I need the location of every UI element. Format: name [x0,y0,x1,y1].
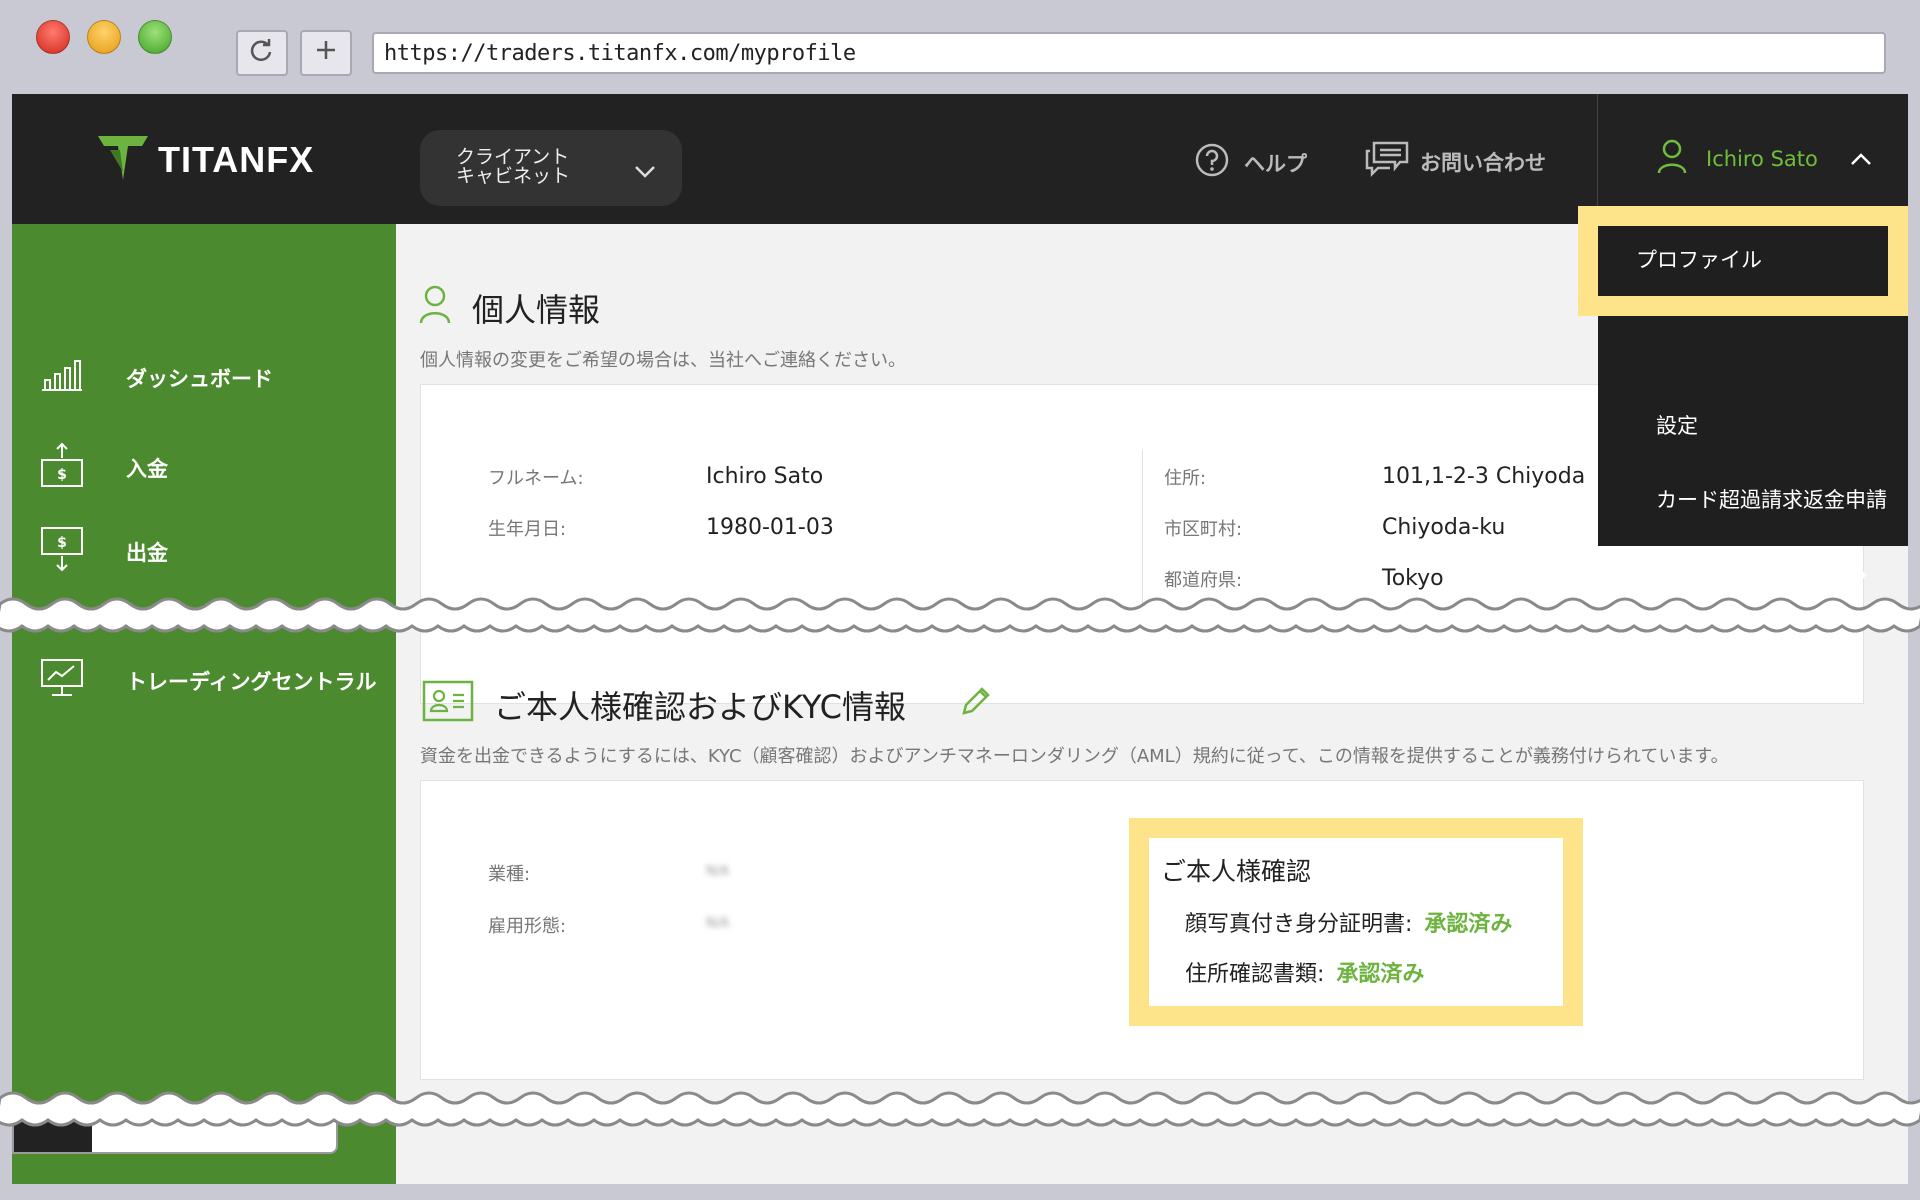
page-break-wave-1 [0,597,1920,633]
address-value: 101,1-2-3 Chiyoda [1382,464,1586,489]
kyc-title: ご本人様確認およびKYC情報 [494,688,906,726]
full-name-value: Ichiro Sato [706,464,824,489]
address-proof-row: 住所確認書類: 承認済み [1185,956,1424,988]
browser-chrome: https://traders.titanfx.com/myprofile [0,0,1920,94]
top-nav: TITANFX クライアント キャビネット ヘルプ お問い合わせ Ichiro … [12,94,1908,224]
sidebar-item-label: ダッシュボード [126,366,273,391]
prefecture-label: 都道府県: [1164,570,1243,591]
reload-button[interactable] [236,30,288,76]
help-label: ヘルプ [1244,151,1307,176]
birthdate-value: 1980-01-03 [706,515,834,540]
sidebar-item-label: トレーディングセントラル [126,669,377,694]
personal-info-heading: 個人情報 [418,284,600,332]
id-card-icon [422,680,474,730]
withdraw-icon: $ [40,526,84,577]
industry-value: N/A [706,864,729,879]
industry-label: 業種: [488,864,531,885]
minimize-window-button[interactable] [87,20,121,54]
column-divider [1142,450,1143,610]
sidebar: ダッシュボード $ 入金 $ 出金 トレーディングセントラル [12,224,396,1184]
sidebar-item-label: 入金 [126,456,168,481]
chevron-down-icon [634,164,656,183]
url-bar[interactable]: https://traders.titanfx.com/myprofile [372,32,1886,74]
address-proof-label: 住所確認書類: [1185,962,1325,987]
user-menu-toggle[interactable]: Ichiro Sato [1656,138,1872,179]
svg-text:$: $ [57,535,67,551]
logo-text: TITANFX [158,139,315,180]
menu-item-card-refund[interactable]: カード超過請求返金申請 [1656,484,1887,514]
plus-icon [314,38,338,69]
full-name-label: フルネーム: [488,468,584,489]
close-window-button[interactable] [36,20,70,54]
page-title: 個人情報 [472,291,601,329]
user-icon [1656,138,1688,179]
deposit-icon: $ [40,442,84,493]
employment-value: N/A [706,916,729,931]
prefecture-value: Tokyo [1382,566,1444,591]
kyc-subtitle: 資金を出金できるようにするには、KYC（顧客確認）およびアンチマネーロンダリング… [420,746,1729,767]
chevron-up-icon [1850,147,1872,171]
client-cabinet-dropdown[interactable]: クライアント キャビネット [420,130,682,206]
chat-bubbles-icon [1364,140,1410,183]
new-tab-button[interactable] [300,30,352,76]
photo-id-label: 顔写真付き身分証明書: [1185,912,1413,937]
menu-item-profile-highlight[interactable]: プロファイル [1578,206,1908,316]
contact-link[interactable]: お問い合わせ [1364,140,1546,183]
menu-item-settings[interactable]: 設定 [1656,410,1698,440]
page-break-wave-2 [0,1091,1920,1127]
employment-label: 雇用形態: [488,916,567,937]
photo-id-status: 承認済み [1424,912,1513,937]
address-proof-status: 承認済み [1336,962,1425,987]
sidebar-item-dashboard[interactable]: ダッシュボード [40,358,273,397]
verification-title: ご本人様確認 [1161,857,1312,886]
sidebar-item-trading-central[interactable]: トレーディングセントラル [40,658,377,703]
menu-item-profile[interactable]: プロファイル [1636,244,1762,274]
question-circle-icon [1194,142,1230,183]
url-text: https://traders.titanfx.com/myprofile [384,40,856,66]
help-link[interactable]: ヘルプ [1194,142,1307,183]
sidebar-item-deposit[interactable]: $ 入金 [40,442,168,493]
birthdate-label: 生年月日: [488,519,567,540]
monitor-chart-icon [40,658,84,703]
page: TITANFX クライアント キャビネット ヘルプ お問い合わせ Ichiro … [12,94,1908,1184]
reload-icon [248,36,276,71]
svg-text:$: $ [57,467,67,483]
pencil-edit-icon[interactable] [960,685,992,725]
sidebar-item-withdraw[interactable]: $ 出金 [40,526,168,577]
address-label: 住所: [1164,468,1207,489]
photo-id-row: 顔写真付き身分証明書: 承認済み [1185,906,1512,938]
username: Ichiro Sato [1706,146,1818,171]
city-value: Chiyoda-ku [1382,515,1506,540]
identity-verification-box: ご本人様確認 顔写真付き身分証明書: 承認済み 住所確認書類: 承認済み [1129,818,1583,1026]
menu-item-logout[interactable]: ログアウト [1656,562,1761,592]
personal-info-subtitle: 個人情報の変更をご希望の場合は、当社へご連絡ください。 [420,350,906,371]
city-label: 市区町村: [1164,519,1243,540]
bar-chart-icon [40,358,84,397]
maximize-window-button[interactable] [138,20,172,54]
topbar-divider [1597,94,1598,224]
kyc-heading: ご本人様確認およびKYC情報 [422,680,992,730]
contact-label: お問い合わせ [1420,150,1546,175]
sidebar-item-label: 出金 [126,540,168,565]
logo[interactable]: TITANFX [96,132,314,188]
user-icon [418,284,452,332]
titan-logo-icon [96,132,150,188]
